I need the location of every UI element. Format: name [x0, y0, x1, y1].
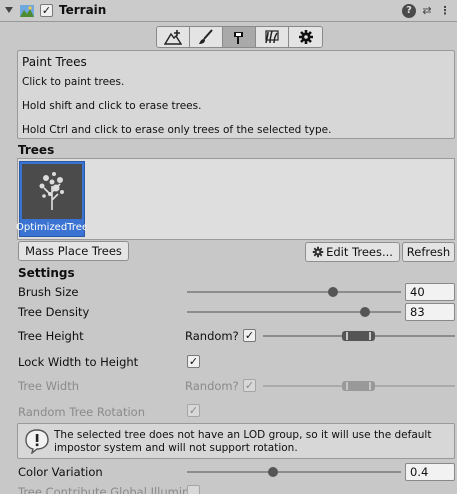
- lock-width-label: Lock Width to Height: [18, 355, 139, 369]
- tree-width-random-label: Random?: [185, 379, 239, 393]
- tree-width-random-checkbox: ✓: [243, 379, 256, 392]
- tree-width-range-thumb: [342, 381, 375, 391]
- gear-icon: [312, 246, 324, 258]
- help-line: Hold Ctrl and click to erase only trees …: [22, 124, 332, 136]
- settings-section-label: Settings: [18, 266, 75, 280]
- tree-prototype-name: OptimizedTree: [16, 222, 86, 233]
- component-title: Terrain: [59, 3, 107, 17]
- lod-warning-text: The selected tree does not have an LOD g…: [54, 429, 432, 454]
- paintbrush-icon: [199, 29, 213, 44]
- edit-trees-button[interactable]: Edit Trees...: [305, 242, 400, 262]
- raise-terrain-tool-button[interactable]: [157, 27, 190, 47]
- brush-size-slider-thumb[interactable]: [327, 287, 338, 297]
- gear-icon: [298, 30, 313, 44]
- brush-size-field[interactable]: 40: [405, 283, 455, 301]
- mountain-raise-icon: [164, 30, 182, 45]
- component-enabled-checkbox[interactable]: ✓: [40, 4, 53, 17]
- tree-icon: [234, 32, 243, 44]
- global-illumination-checkbox: [187, 485, 200, 494]
- color-variation-field[interactable]: 0.4: [405, 463, 455, 481]
- random-rotation-checkbox: ✓: [187, 404, 200, 417]
- warning-icon: [25, 429, 49, 454]
- tree-height-random-label: Random?: [185, 329, 239, 343]
- help-title: Paint Trees: [22, 55, 87, 69]
- tree-thumbnail: [22, 164, 82, 219]
- color-variation-slider[interactable]: [187, 471, 401, 473]
- paint-trees-help-box: Paint Trees Click to paint trees. Hold s…: [17, 50, 455, 139]
- random-rotation-label: Random Tree Rotation: [18, 405, 145, 419]
- grass-flower-icon: [265, 30, 279, 44]
- context-menu-icon[interactable]: ⋮: [438, 4, 452, 18]
- component-header[interactable]: ✓ Terrain ? ⇄ ⋮: [0, 0, 457, 22]
- global-illumination-label: Tree Contribute Global Illumin: [18, 485, 190, 494]
- tree-density-slider-thumb[interactable]: [359, 307, 370, 317]
- preset-icon[interactable]: ⇄: [420, 4, 434, 18]
- terrain-settings-tool-button[interactable]: [289, 27, 322, 47]
- tree-prototype-list[interactable]: OptimizedTree: [16, 158, 455, 240]
- lod-warning-box: The selected tree does not have an LOD g…: [17, 423, 455, 459]
- color-variation-slider-thumb[interactable]: [267, 467, 278, 477]
- lock-width-checkbox[interactable]: ✓: [187, 355, 200, 368]
- terrain-tool-toolbar: [156, 26, 323, 48]
- paint-details-tool-button[interactable]: [256, 27, 289, 47]
- tree-density-label: Tree Density: [18, 305, 90, 319]
- mass-place-trees-button[interactable]: Mass Place Trees: [18, 241, 129, 261]
- tree-width-label: Tree Width: [18, 379, 80, 393]
- brush-size-slider[interactable]: [187, 291, 401, 293]
- paint-texture-tool-button[interactable]: [190, 27, 223, 47]
- help-line: Hold shift and click to erase trees.: [22, 100, 202, 112]
- tree-density-field[interactable]: 83: [405, 303, 455, 321]
- help-icon[interactable]: ?: [402, 4, 416, 18]
- trees-section-label: Trees: [18, 143, 55, 157]
- edit-trees-label: Edit Trees...: [326, 245, 393, 259]
- tree-height-label: Tree Height: [18, 329, 84, 343]
- paint-trees-tool-button[interactable]: [223, 27, 256, 47]
- foldout-arrow-icon[interactable]: [5, 7, 13, 13]
- tree-height-random-checkbox[interactable]: ✓: [243, 329, 256, 342]
- tree-preview-image: [39, 172, 64, 210]
- refresh-button[interactable]: Refresh: [402, 242, 455, 262]
- tree-prototype-item[interactable]: OptimizedTree: [16, 161, 86, 237]
- tree-height-range-thumb[interactable]: [342, 331, 375, 341]
- color-variation-label: Color Variation: [18, 465, 103, 479]
- help-line: Click to paint trees.: [22, 76, 125, 88]
- brush-size-label: Brush Size: [18, 285, 79, 299]
- terrain-icon: [20, 5, 34, 17]
